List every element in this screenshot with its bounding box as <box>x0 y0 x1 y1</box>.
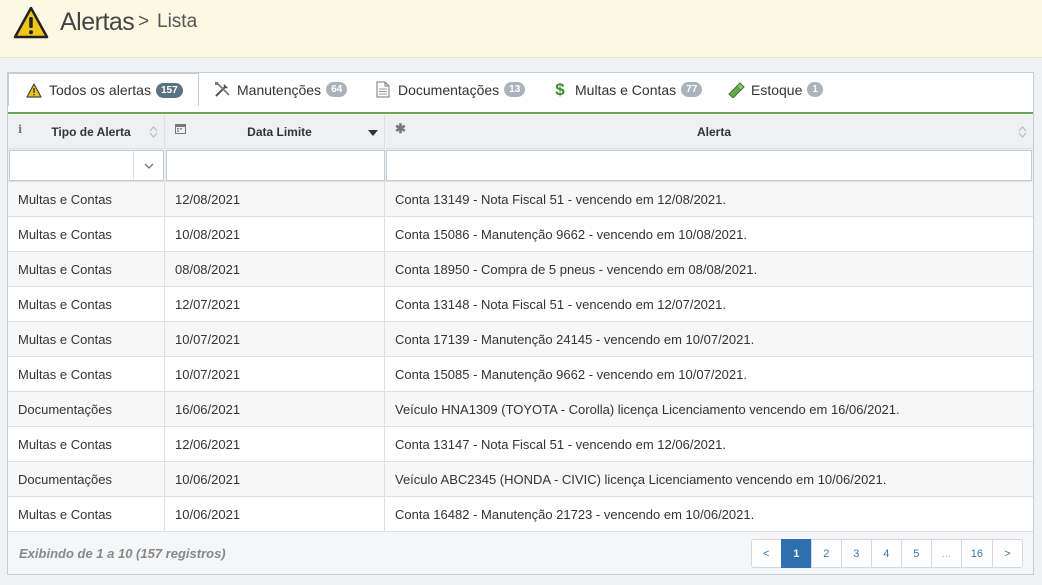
chevron-down-icon[interactable] <box>133 151 163 180</box>
alerta-cell: Conta 13149 - Nota Fiscal 51 - vencendo … <box>395 191 726 207</box>
data-limite-cell: 10/08/2021 <box>165 217 385 251</box>
alerta-cell: Conta 15085 - Manutenção 9662 - vencendo… <box>395 366 747 382</box>
table-row[interactable]: Multas e Contas 12/07/2021 Conta 13148 - N… <box>8 287 1033 322</box>
tab-label: Estoque <box>751 81 803 98</box>
tab-documentacoes[interactable]: Documentações 13 <box>374 73 526 106</box>
tab-label: Manutenções <box>237 81 322 98</box>
table-row[interactable]: Multas e Contas 10/07/2021 Conta 17139 - M… <box>8 322 1033 357</box>
table-filter-row <box>8 149 1033 182</box>
table-row[interactable]: Multas e Contas 08/08/2021 Conta 18950 - C… <box>8 252 1033 287</box>
tipo-filter-select[interactable] <box>9 150 164 181</box>
alerts-panel: Todos os alertas 157 Manutenções 64 Docu… <box>7 72 1034 575</box>
page-header: Alertas > Lista <box>0 0 1042 58</box>
column-header-data-limite[interactable]: Data Limite <box>165 115 385 148</box>
data-limite-cell: 12/07/2021 <box>165 287 385 321</box>
data-limite-cell: 10/06/2021 <box>165 497 385 531</box>
tipo-cell: Documentações <box>8 392 165 426</box>
pagination-page-4[interactable]: 4 <box>870 539 902 568</box>
tab-label: Multas e Contas <box>575 81 677 98</box>
column-header-alerta[interactable]: ✱ Alerta <box>385 115 1033 148</box>
table-row[interactable]: Multas e Contas 10/06/2021 Conta 16482 - M… <box>8 497 1033 532</box>
alerta-cell: Conta 13148 - Nota Fiscal 51 - vencendo … <box>395 296 726 312</box>
stock-icon <box>727 81 745 99</box>
tab-manutencoes[interactable]: Manutenções 64 <box>213 73 348 106</box>
data-limite-cell: 08/08/2021 <box>165 252 385 286</box>
tab-count-badge: 157 <box>155 82 183 98</box>
table-row[interactable]: Documentações 10/06/2021 Veículo ABC2345 (… <box>8 462 1033 497</box>
tipo-cell: Multas e Contas <box>8 322 165 356</box>
page-title: Alertas <box>60 8 135 36</box>
tab-estoque[interactable]: Estoque 1 <box>727 73 823 106</box>
tools-icon <box>213 81 231 99</box>
alerta-filter-input[interactable] <box>386 150 1032 181</box>
tab-count-badge: 64 <box>326 82 348 97</box>
breadcrumb-separator: > <box>138 11 150 32</box>
data-limite-filter-input[interactable] <box>166 150 385 181</box>
tab-label: Documentações <box>398 81 500 98</box>
tab-count-badge: 77 <box>681 82 703 97</box>
pagination-page-5[interactable]: 5 <box>900 539 932 568</box>
tab-label: Todos os alertas <box>49 82 151 98</box>
tipo-cell: Multas e Contas <box>8 287 165 321</box>
sort-icon <box>149 126 158 138</box>
records-info: Exibindo de 1 a 10 (157 registros) <box>19 546 226 561</box>
tab-todos-alertas[interactable]: Todos os alertas 157 <box>8 73 199 106</box>
pagination-page-2[interactable]: 2 <box>810 539 842 568</box>
table-row[interactable]: Multas e Contas 12/08/2021 Conta 13149 - N… <box>8 182 1033 217</box>
pagination-page-3[interactable]: 3 <box>840 539 872 568</box>
table-footer: Exibindo de 1 a 10 (157 registros) < 1 2… <box>8 531 1033 574</box>
table-row[interactable]: Multas e Contas 10/07/2021 Conta 15085 - M… <box>8 357 1033 392</box>
table-row[interactable]: Documentações 16/06/2021 Veículo HNA1309 (… <box>8 392 1033 427</box>
tipo-cell: Multas e Contas <box>8 252 165 286</box>
alerta-cell: Veículo HNA1309 (TOYOTA - Corolla) licen… <box>395 401 900 417</box>
tipo-cell: Multas e Contas <box>8 217 165 251</box>
pagination-prev-button[interactable]: < <box>750 539 782 568</box>
document-icon <box>374 81 392 99</box>
table-row[interactable]: Multas e Contas 10/08/2021 Conta 15086 - M… <box>8 217 1033 252</box>
data-limite-cell: 16/06/2021 <box>165 392 385 426</box>
data-limite-cell: 10/07/2021 <box>165 322 385 356</box>
asterisk-icon: ✱ <box>395 121 406 136</box>
pagination-ellipsis: ... <box>930 539 962 568</box>
warning-icon <box>25 81 43 99</box>
warning-icon <box>13 6 49 39</box>
tipo-cell: Multas e Contas <box>8 357 165 391</box>
pagination-page-1[interactable]: 1 <box>780 539 812 568</box>
alerta-cell: Veículo ABC2345 (HONDA - CIVIC) licença … <box>395 471 887 487</box>
info-icon: i <box>18 123 23 136</box>
alerta-cell: Conta 15086 - Manutenção 9662 - vencendo… <box>395 226 747 242</box>
tab-bar: Todos os alertas 157 Manutenções 64 Docu… <box>8 73 1033 114</box>
tipo-cell: Multas e Contas <box>8 427 165 461</box>
sort-icon <box>1018 126 1027 138</box>
alerta-cell: Conta 17139 - Manutenção 24145 - vencend… <box>395 331 755 347</box>
column-header-tipo[interactable]: i Tipo de Alerta <box>8 115 165 148</box>
data-limite-cell: 10/06/2021 <box>165 462 385 496</box>
data-limite-cell: 12/06/2021 <box>165 427 385 461</box>
tab-count-badge: 1 <box>807 82 823 97</box>
pagination: < 1 2 3 4 5 ... 16 > <box>750 539 1023 568</box>
alerta-cell: Conta 13147 - Nota Fiscal 51 - vencendo … <box>395 436 726 452</box>
alerta-cell: Conta 16482 - Manutenção 21723 - vencend… <box>395 506 755 522</box>
tipo-cell: Documentações <box>8 462 165 496</box>
table-row[interactable]: Multas e Contas 12/06/2021 Conta 13147 - N… <box>8 427 1033 462</box>
sort-descending-icon <box>368 130 378 136</box>
alerta-cell: Conta 18950 - Compra de 5 pneus - vencen… <box>395 261 758 277</box>
tab-multas-contas[interactable]: $ Multas e Contas 77 <box>551 73 703 106</box>
tipo-cell: Multas e Contas <box>8 497 165 531</box>
dollar-icon: $ <box>555 79 565 99</box>
table-header-row: i Tipo de Alerta Data Limite ✱ Alerta <box>8 115 1033 149</box>
pagination-page-16[interactable]: 16 <box>960 539 993 568</box>
calendar-icon <box>175 123 186 137</box>
tab-count-badge: 13 <box>504 82 526 97</box>
pagination-next-button[interactable]: > <box>992 539 1023 568</box>
data-limite-cell: 10/07/2021 <box>165 357 385 391</box>
breadcrumb: Lista <box>157 11 198 32</box>
tipo-cell: Multas e Contas <box>8 182 165 216</box>
data-limite-cell: 12/08/2021 <box>165 182 385 216</box>
